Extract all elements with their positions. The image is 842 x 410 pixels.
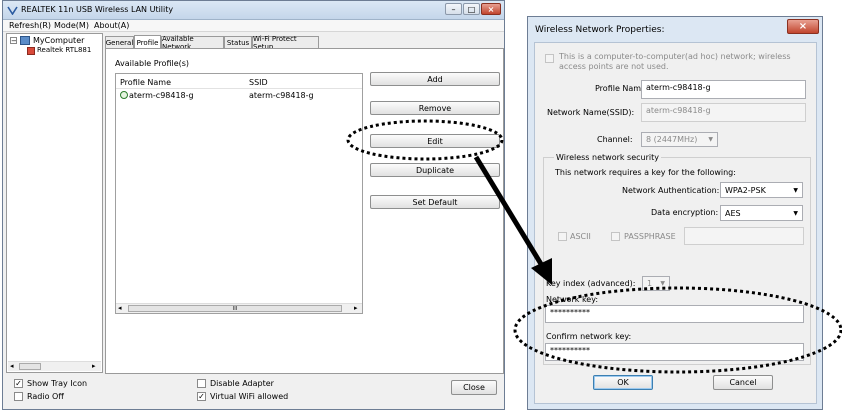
edit-highlight-ellipse [346, 119, 504, 161]
network-key-highlight-ellipse [513, 286, 842, 374]
pointer-arrow-line [473, 155, 544, 266]
annotation-overlay [346, 119, 842, 374]
